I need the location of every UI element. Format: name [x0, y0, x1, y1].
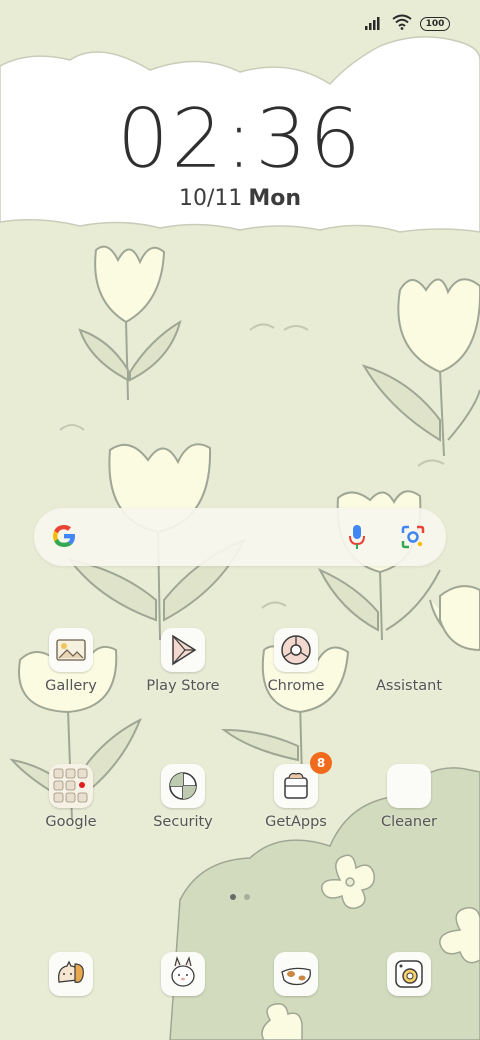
app-label: Security: [153, 814, 213, 830]
cleaner-icon: [387, 764, 431, 808]
gallery-icon: [49, 628, 93, 672]
play-store-icon: [161, 628, 205, 672]
battery-icon: 100: [420, 17, 450, 31]
app-label: Cleaner: [380, 814, 438, 830]
signal-icon: [364, 15, 384, 34]
app-gallery[interactable]: Gallery: [16, 628, 126, 694]
app-chrome[interactable]: Chrome: [241, 628, 351, 694]
camera-icon: [387, 952, 431, 996]
page-dot-active: [230, 894, 236, 900]
messages-bunny-icon: [161, 952, 205, 996]
app-getapps[interactable]: 8 GetApps: [241, 752, 351, 830]
weekday-text: Mon: [248, 186, 302, 211]
app-label: Chrome: [267, 678, 325, 694]
google-search-bar[interactable]: [34, 508, 446, 566]
phone-cat-icon: [49, 952, 93, 996]
getapps-icon: 8: [274, 752, 332, 808]
notification-badge: 8: [310, 752, 332, 774]
dock-messages[interactable]: [128, 952, 238, 996]
clock-time[interactable]: 02:36: [0, 92, 480, 188]
date-text: 10/11: [178, 186, 243, 211]
app-security[interactable]: Security: [128, 764, 238, 830]
app-label: Google: [45, 814, 97, 830]
chrome-icon: [274, 628, 318, 672]
app-label: GetApps: [265, 814, 327, 830]
app-label: Assistant: [375, 678, 443, 694]
app-play-store[interactable]: Play Store: [128, 628, 238, 694]
wifi-icon: [392, 14, 412, 34]
clock-date[interactable]: 10/11 Mon: [0, 186, 480, 211]
google-folder-icon: [49, 764, 93, 808]
google-logo-icon: [50, 522, 78, 554]
security-icon: [161, 764, 205, 808]
camera-lens-icon[interactable]: [400, 524, 426, 554]
assistant-icon: [387, 628, 431, 672]
page-indicator[interactable]: [0, 894, 480, 900]
status-bar: 100: [364, 14, 450, 34]
app-label: Play Store: [146, 678, 220, 694]
dock-browser[interactable]: [241, 952, 351, 996]
app-cleaner[interactable]: Cleaner: [354, 764, 464, 830]
app-google-folder[interactable]: Google: [16, 764, 126, 830]
mic-icon[interactable]: [348, 523, 366, 555]
app-assistant[interactable]: Assistant: [354, 628, 464, 694]
dock-phone[interactable]: [16, 952, 126, 996]
app-label: Gallery: [45, 678, 97, 694]
page-dot: [244, 894, 250, 900]
dock-camera[interactable]: [354, 952, 464, 996]
browser-cow-icon: [274, 952, 318, 996]
